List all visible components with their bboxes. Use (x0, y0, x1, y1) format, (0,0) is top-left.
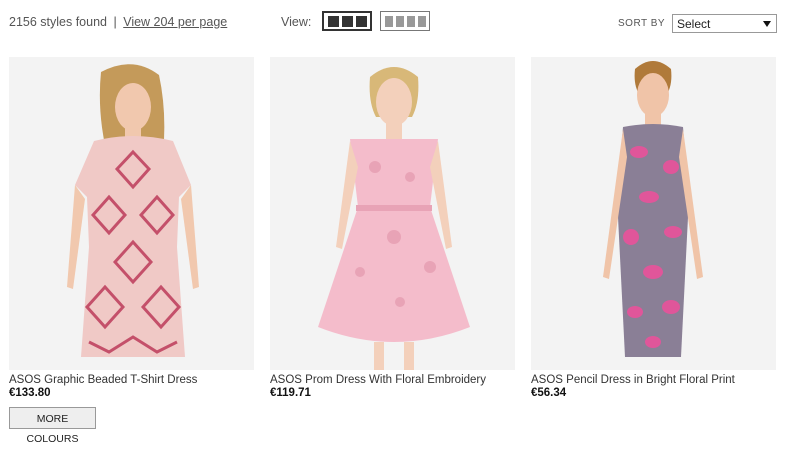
four-column-view-button[interactable] (380, 11, 430, 31)
product-card: ASOS Prom Dress With Floral Embroidery €… (270, 57, 515, 399)
grid-square-icon (384, 15, 393, 27)
product-price: €119.71 (270, 387, 311, 399)
grid-square-icon (395, 15, 404, 27)
results-summary: 2156 styles found | View 204 per page (9, 15, 227, 29)
view-label: View: (281, 15, 312, 29)
product-name[interactable]: ASOS Graphic Beaded T-Shirt Dress (9, 374, 254, 386)
grid-square-icon (327, 15, 339, 27)
results-count: 2156 styles found (9, 15, 107, 29)
sort-by-select[interactable]: Select (672, 14, 777, 33)
grid-square-icon (341, 15, 353, 27)
more-colours-button[interactable]: MORE COLOURS (9, 407, 96, 445)
dropdown-arrow-icon (763, 21, 771, 27)
separator: | (113, 15, 117, 29)
sort-by-label: SORT BY (618, 18, 666, 29)
product-image[interactable] (531, 57, 776, 370)
view-per-page-link[interactable]: View 204 per page (123, 15, 227, 29)
grid-square-icon (406, 15, 415, 27)
grid-square-icon (417, 15, 426, 27)
product-name[interactable]: ASOS Pencil Dress in Bright Floral Print (531, 374, 776, 386)
three-column-view-button[interactable] (322, 11, 372, 31)
product-name[interactable]: ASOS Prom Dress With Floral Embroidery (270, 374, 515, 386)
sort-selected-value: Select (677, 17, 711, 31)
product-price: €56.34 (531, 387, 567, 399)
product-image[interactable] (270, 57, 515, 370)
results-toolbar: 2156 styles found | View 204 per page Vi… (0, 0, 791, 44)
product-card: ASOS Pencil Dress in Bright Floral Print… (531, 57, 776, 399)
product-image[interactable] (9, 57, 254, 370)
grid-square-icon (355, 15, 367, 27)
product-card: ASOS Graphic Beaded T-Shirt Dress €133.8… (9, 57, 254, 399)
product-price: €133.80 (9, 387, 51, 399)
